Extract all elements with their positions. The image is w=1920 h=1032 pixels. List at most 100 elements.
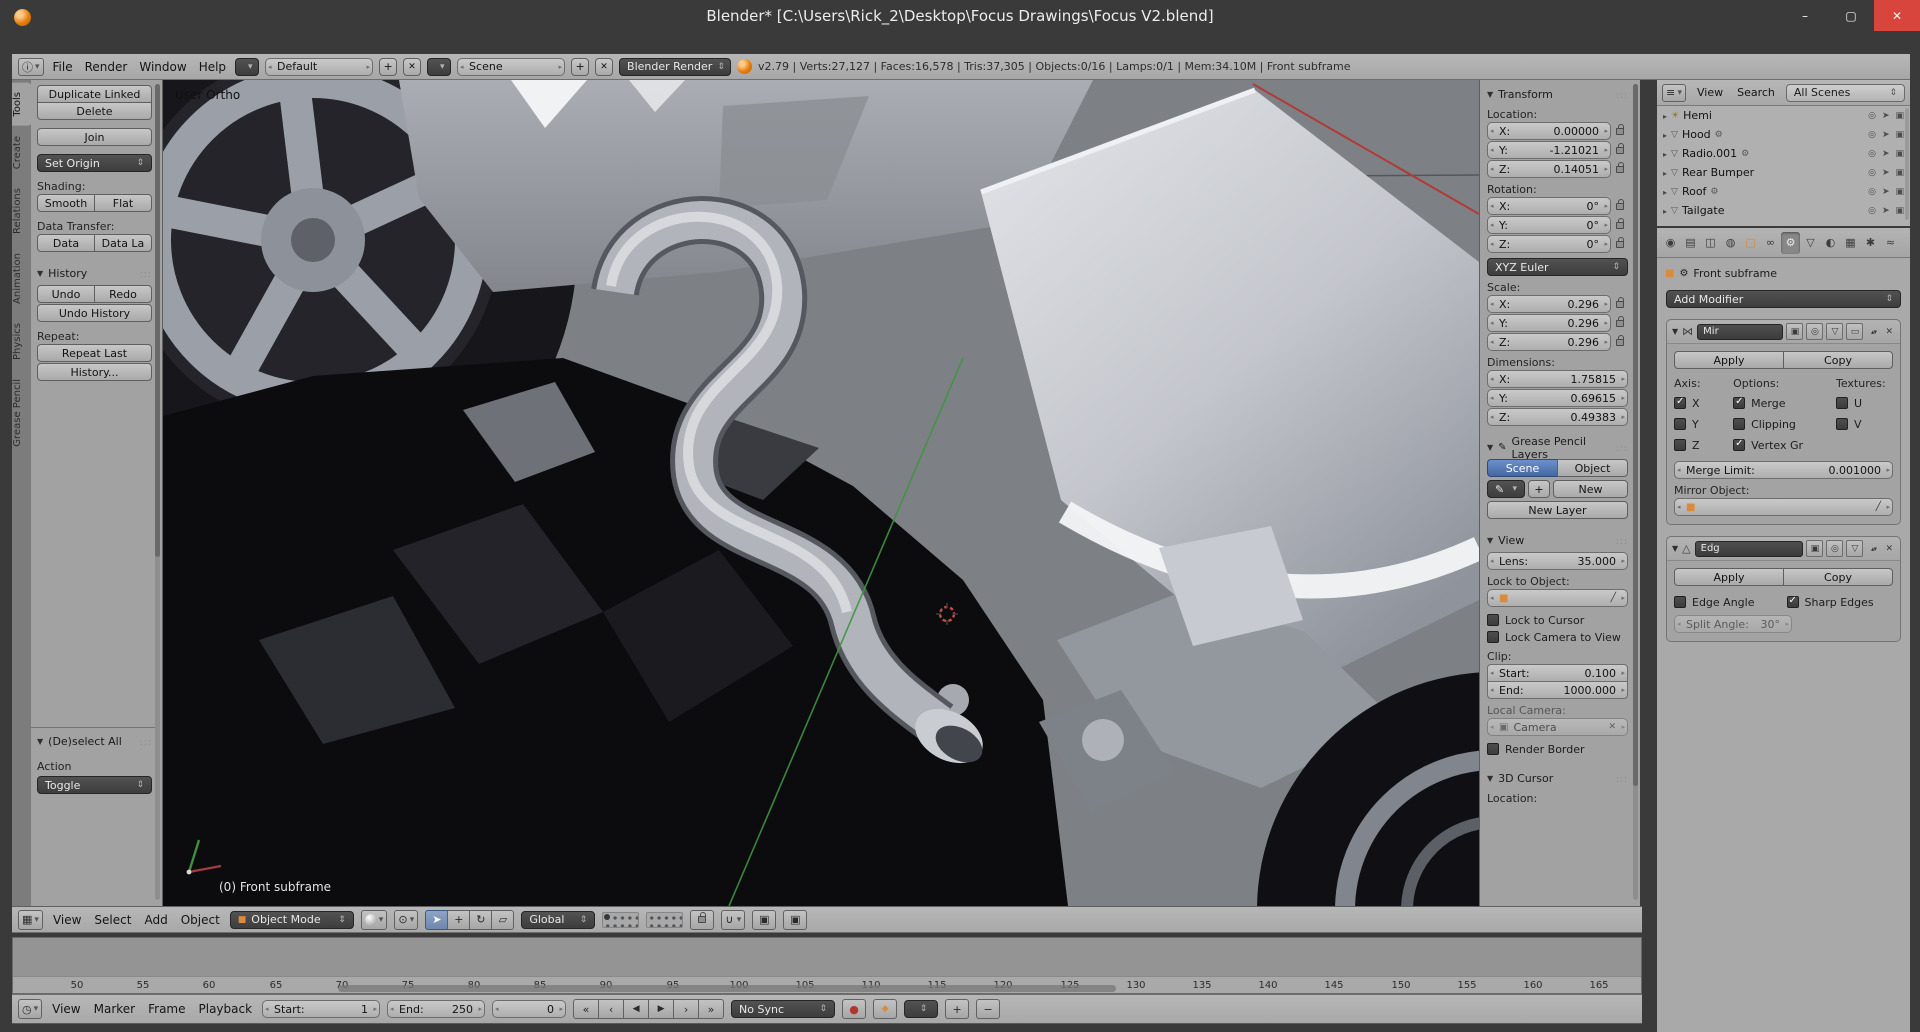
- selectable-icon[interactable]: ➤: [1882, 149, 1890, 159]
- expand-icon[interactable]: [1663, 147, 1667, 160]
- repeat-last-button[interactable]: Repeat Last: [37, 344, 152, 362]
- eyedropper-icon[interactable]: ╱: [1611, 593, 1616, 603]
- eye-icon[interactable]: ◎: [1868, 187, 1876, 197]
- manipulator-select-button[interactable]: ➤: [425, 910, 448, 930]
- tab-render[interactable]: ◉: [1661, 232, 1680, 254]
- outliner-display-mode-menu[interactable]: All Scenes⇕: [1786, 84, 1905, 102]
- outliner-item-radio-001[interactable]: ▽ Radio.001 ⚙ ◎➤▣: [1657, 144, 1910, 163]
- renderable-icon[interactable]: ▣: [1895, 187, 1904, 197]
- timeline-ruler[interactable]: 50 55 60 65 70 75 80 85 90 95 100 105 11…: [13, 976, 1641, 993]
- gp-source-object-toggle[interactable]: Object: [1557, 459, 1628, 477]
- titlebar[interactable]: Blender* [C:\Users\Rick_2\Desktop\Focus …: [0, 0, 1920, 54]
- modifier-name-field[interactable]: Mir: [1697, 324, 1783, 340]
- axis-y-checkbox[interactable]: Y: [1674, 416, 1729, 432]
- render-visibility-toggle[interactable]: ▣: [1786, 323, 1803, 340]
- eye-icon[interactable]: ◎: [1868, 111, 1876, 121]
- tab-relations[interactable]: Relations: [12, 179, 31, 243]
- tab-physics[interactable]: Physics: [12, 314, 31, 369]
- render-engine-menu[interactable]: Blender Render⇕: [619, 58, 731, 76]
- eye-icon[interactable]: ◎: [1868, 149, 1876, 159]
- lock-location-z-icon[interactable]: [1611, 166, 1628, 173]
- transform-panel-header[interactable]: Transform: [1487, 86, 1628, 103]
- lock-rotation-y-icon[interactable]: [1611, 222, 1628, 229]
- clear-camera-icon[interactable]: ✕: [1608, 722, 1616, 732]
- tab-material[interactable]: ◐: [1821, 232, 1840, 254]
- shade-smooth-button[interactable]: Smooth: [37, 194, 95, 212]
- insert-keyframe-button[interactable]: +: [945, 999, 969, 1019]
- layout-name-field[interactable]: Default: [265, 58, 373, 76]
- tab-grease-pencil[interactable]: Grease Pencil: [12, 370, 31, 456]
- gp-new-layer-button[interactable]: New Layer: [1487, 501, 1628, 519]
- pivot-center-menu[interactable]: ⊙▾: [394, 910, 418, 930]
- editmode-toggle[interactable]: ▽: [1826, 323, 1843, 340]
- rotation-z-field[interactable]: Z:0°: [1487, 235, 1611, 253]
- lock-to-scene-button[interactable]: [690, 910, 714, 930]
- menu-file[interactable]: File: [50, 60, 76, 74]
- join-button[interactable]: Join: [37, 128, 152, 146]
- scale-x-field[interactable]: X:0.296: [1487, 295, 1611, 313]
- expand-icon[interactable]: [1663, 109, 1667, 122]
- layout-delete-button[interactable]: ✕: [403, 58, 421, 76]
- tab-create[interactable]: Create: [12, 127, 31, 178]
- outliner-menu-view[interactable]: View: [1694, 86, 1726, 99]
- outliner-item-hemi[interactable]: ☀ Hemi ⚙ ◎➤▣: [1657, 106, 1910, 125]
- mode-selector-menu[interactable]: ■ Object Mode⇕: [230, 911, 354, 929]
- dimensions-z-field[interactable]: Z:0.49383: [1487, 408, 1628, 426]
- set-origin-menu[interactable]: Set Origin⇕: [37, 154, 152, 172]
- edge-angle-checkbox[interactable]: Edge Angle: [1674, 594, 1781, 610]
- viewport-3d[interactable]: User Ortho (0) Front subframe: [163, 80, 1479, 906]
- editor-type-button[interactable]: ⓘ▾: [18, 58, 44, 76]
- axis-x-checkbox[interactable]: X: [1674, 395, 1729, 411]
- delete-button[interactable]: Delete: [37, 102, 152, 120]
- scale-y-field[interactable]: Y:0.296: [1487, 314, 1611, 332]
- lock-scale-z-icon[interactable]: [1611, 339, 1628, 346]
- modifier-mirror-header[interactable]: ▼ ⋈ Mir ▣ ◎ ▽ ▭ ✕: [1667, 320, 1900, 344]
- renderable-icon[interactable]: ▣: [1895, 206, 1904, 216]
- timeline-menu-marker[interactable]: Marker: [91, 1002, 138, 1016]
- lock-camera-checkbox[interactable]: Lock Camera to View: [1487, 629, 1628, 645]
- menu-render[interactable]: Render: [82, 60, 131, 74]
- frame-start-field[interactable]: Start:1: [262, 1000, 380, 1018]
- current-frame-field[interactable]: 0: [492, 1000, 566, 1018]
- viewport-menu-view[interactable]: View: [50, 913, 84, 927]
- action-toggle-menu[interactable]: Toggle⇕: [37, 776, 152, 794]
- vertex-groups-checkbox[interactable]: Vertex Gr: [1733, 437, 1832, 453]
- layer-grid-left[interactable]: [602, 912, 639, 928]
- play-button[interactable]: ▶: [648, 999, 674, 1019]
- keying-set-menu[interactable]: ⇕: [904, 1000, 938, 1018]
- layout-add-button[interactable]: +: [379, 58, 397, 76]
- location-x-field[interactable]: X:0.00000: [1487, 122, 1611, 140]
- undo-button[interactable]: Undo: [37, 285, 95, 303]
- jump-prev-keyframe-button[interactable]: ‹: [598, 999, 624, 1019]
- texture-u-checkbox[interactable]: U: [1836, 395, 1893, 411]
- rotation-y-field[interactable]: Y:0°: [1487, 216, 1611, 234]
- manipulator-translate-button[interactable]: +: [447, 910, 470, 930]
- expand-icon[interactable]: [1663, 128, 1667, 141]
- move-modifier-buttons[interactable]: [1867, 328, 1879, 336]
- modifier-name-field[interactable]: Edg: [1695, 541, 1804, 557]
- snap-menu[interactable]: ∪▾: [721, 910, 745, 930]
- axis-z-checkbox[interactable]: Z: [1674, 437, 1729, 453]
- gp-add-button[interactable]: +: [1528, 480, 1550, 498]
- copy-button[interactable]: Copy: [1783, 351, 1893, 369]
- tab-scene[interactable]: ◫: [1701, 232, 1720, 254]
- jump-to-start-button[interactable]: «: [573, 999, 599, 1019]
- data-button[interactable]: Data: [37, 234, 95, 252]
- expand-icon[interactable]: [1663, 204, 1667, 217]
- render-visibility-toggle[interactable]: ▣: [1806, 540, 1823, 557]
- delete-modifier-icon[interactable]: ✕: [1883, 327, 1895, 337]
- viewport-menu-add[interactable]: Add: [141, 913, 170, 927]
- rotation-x-field[interactable]: X:0°: [1487, 197, 1611, 215]
- apply-button[interactable]: Apply: [1674, 568, 1784, 586]
- editmode-toggle[interactable]: ▽: [1846, 540, 1863, 557]
- lock-rotation-x-icon[interactable]: [1611, 203, 1628, 210]
- viewport-shading-menu[interactable]: ▾: [361, 910, 388, 930]
- delete-modifier-icon[interactable]: ✕: [1883, 544, 1895, 554]
- viewport-menu-select[interactable]: Select: [91, 913, 134, 927]
- selectable-icon[interactable]: ➤: [1882, 168, 1890, 178]
- gp-brush-menu[interactable]: ✎▾: [1487, 480, 1525, 498]
- dimensions-x-field[interactable]: X:1.75815: [1487, 370, 1628, 388]
- outliner-scrollbar[interactable]: [1905, 108, 1909, 220]
- grease-pencil-panel-header[interactable]: ✎Grease Pencil Layers: [1487, 439, 1628, 456]
- selectable-icon[interactable]: ➤: [1882, 187, 1890, 197]
